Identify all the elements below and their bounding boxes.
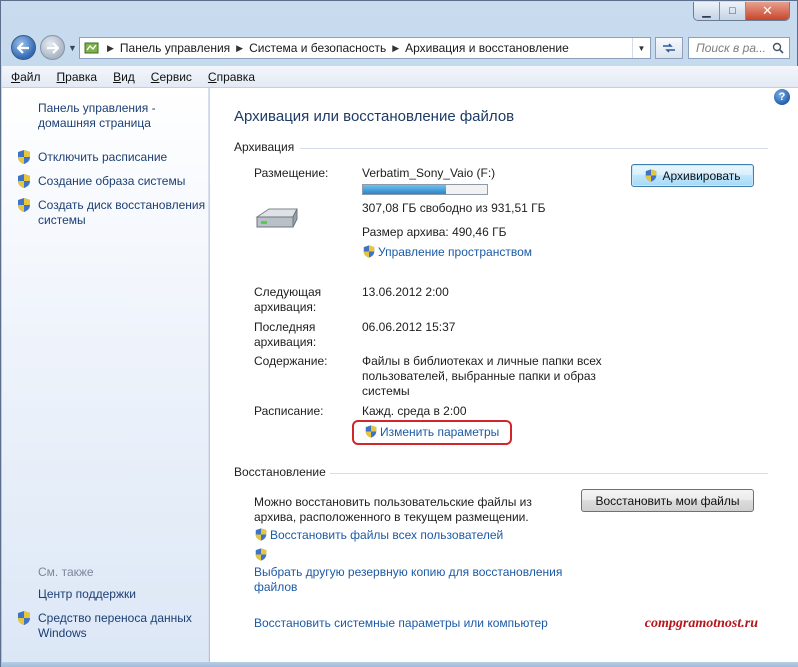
menu-edit[interactable]: Правка <box>57 70 98 84</box>
chevron-right-icon: ▶ <box>236 42 244 53</box>
change-settings-link[interactable]: Изменить параметры <box>380 425 499 440</box>
refresh-button[interactable] <box>655 37 683 59</box>
section-divider <box>300 148 768 149</box>
magnifier-icon <box>772 42 784 54</box>
restore-all-users-link[interactable]: Восстановить файлы всех пользователей <box>270 528 503 543</box>
uac-shield-icon <box>365 425 377 438</box>
drive-usage-bar <box>362 184 488 195</box>
schedule-value: Кажд. среда в 2:00 <box>362 404 467 418</box>
help-icon[interactable]: ? <box>774 89 790 105</box>
page-title: Архивация или восстановление файлов <box>234 108 515 125</box>
menu-view[interactable]: Вид <box>113 70 135 84</box>
caption-buttons: ▁ □ ✕ <box>693 2 790 21</box>
refresh-icon <box>663 43 675 53</box>
schedule-label: Расписание: <box>254 404 324 418</box>
backup-now-button[interactable]: Архивировать <box>631 164 754 187</box>
sidebar-item-control-panel-home[interactable]: Панель управления - домашняя страница <box>38 101 208 131</box>
breadcrumb-backup-restore[interactable]: Архивация и восстановление <box>405 41 569 55</box>
main-content: ? Архивация или восстановление файлов Ар… <box>210 88 798 662</box>
breadcrumb-system-security[interactable]: Система и безопасность <box>249 41 386 55</box>
window-bottom-border <box>1 662 798 667</box>
free-space-text: 307,08 ГБ свободно из 931,51 ГБ <box>362 201 546 215</box>
restore-section-heading: Восстановление <box>234 465 326 479</box>
next-backup-value: 13.06.2012 2:00 <box>362 285 449 299</box>
chevron-right-icon: ▶ <box>107 42 114 53</box>
restore-my-files-button[interactable]: Восстановить мои файлы <box>581 489 754 512</box>
search-input[interactable]: Поиск в ра... <box>688 37 790 59</box>
menu-file[interactable]: Файл <box>11 70 41 84</box>
archive-size-text: Размер архива: 490,46 ГБ <box>362 225 507 239</box>
forward-arrow-icon <box>47 41 59 54</box>
section-divider <box>330 473 768 474</box>
address-dropdown-icon[interactable]: ▼ <box>632 38 650 58</box>
control-panel-icon <box>83 40 101 56</box>
history-dropdown-icon[interactable]: ▼ <box>68 43 77 53</box>
location-value: Verbatim_Sony_Vaio (F:) <box>362 166 496 180</box>
next-backup-label: Следующая архивация: <box>254 285 322 314</box>
uac-shield-icon <box>18 198 30 212</box>
drive-usage-fill <box>363 185 447 194</box>
chevron-right-icon: ▶ <box>392 42 400 53</box>
sidebar-item-action-center[interactable]: Центр поддержки <box>38 587 208 602</box>
forward-button[interactable] <box>40 35 65 60</box>
backup-section-heading: Архивация <box>234 140 295 154</box>
contents-value: Файлы в библиотеках и личные папки всех … <box>362 354 602 398</box>
sidebar-item-disable-schedule[interactable]: Отключить расписание <box>38 150 208 165</box>
manage-space-link[interactable]: Управление пространством <box>378 245 532 260</box>
last-backup-label: Последняя архивация: <box>254 320 317 349</box>
minimize-button[interactable]: ▁ <box>694 2 720 20</box>
uac-shield-icon <box>18 150 30 164</box>
uac-shield-icon <box>363 245 375 258</box>
uac-shield-icon <box>255 548 267 561</box>
sidebar-item-create-repair-disc[interactable]: Создать диск восстановления системы <box>38 198 208 228</box>
contents-label: Содержание: <box>254 354 328 368</box>
sidebar-item-easy-transfer[interactable]: Средство переноса данных Windows <box>38 611 208 641</box>
address-bar[interactable]: ▶ Панель управления ▶ Система и безопаснос… <box>79 37 651 59</box>
uac-shield-icon <box>18 611 30 625</box>
restore-description: Можно восстановить пользовательские файл… <box>254 495 532 524</box>
watermark-text: compgramotnost.ru <box>644 616 758 631</box>
restore-system-link[interactable]: Восстановить системные параметры или ком… <box>254 616 548 631</box>
uac-shield-icon <box>255 528 267 541</box>
uac-shield-icon <box>646 169 657 182</box>
choose-other-backup-link[interactable]: Выбрать другую резервную копию для восст… <box>254 565 562 595</box>
sidebar-item-create-system-image[interactable]: Создание образа системы <box>38 174 208 189</box>
task-pane: Панель управления - домашняя страница От… <box>2 88 209 662</box>
uac-shield-icon <box>18 174 30 188</box>
menu-bar: Файл Правка Вид Сервис Справка <box>2 66 798 88</box>
navigation-bar: ▼ ▶ Панель управления ▶ Система и безопасн… <box>1 28 798 66</box>
window-frame: ▁ □ ✕ ▼ ▶ Панель управления ▶ Система и бе… <box>0 0 798 667</box>
maximize-button[interactable]: □ <box>720 2 746 20</box>
see-also-heading: См. также <box>38 565 94 579</box>
close-button[interactable]: ✕ <box>746 2 789 20</box>
menu-tools[interactable]: Сервис <box>151 70 192 84</box>
back-button[interactable] <box>11 35 36 60</box>
hard-drive-icon <box>255 208 298 228</box>
location-label: Размещение: <box>254 166 329 180</box>
menu-help[interactable]: Справка <box>208 70 255 84</box>
breadcrumb-control-panel[interactable]: Панель управления <box>120 41 230 55</box>
search-placeholder: Поиск в ра... <box>696 41 766 55</box>
back-arrow-icon <box>17 41 29 54</box>
last-backup-value: 06.06.2012 15:37 <box>362 320 456 334</box>
